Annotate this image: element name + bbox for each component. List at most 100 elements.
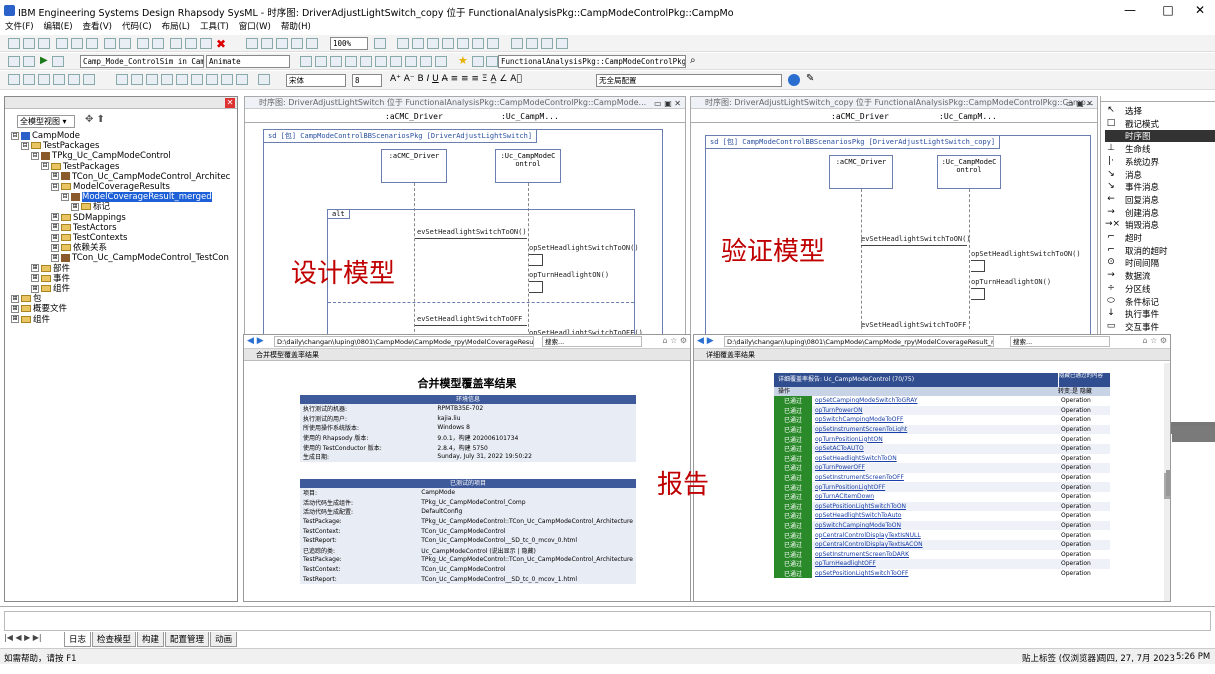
tree-item[interactable]: ⊞ 部件: [11, 264, 230, 274]
tree-expander-icon[interactable]: ⊞: [51, 213, 59, 222]
pan-icon[interactable]: [291, 38, 303, 49]
zoom-in-icon[interactable]: [246, 38, 258, 49]
tree-item[interactable]: ⊟ TPkg_Uc_CampModeControl: [11, 151, 230, 161]
same-size-icon[interactable]: [236, 74, 248, 85]
layout-2-icon[interactable]: [315, 56, 327, 67]
design-msg-2[interactable]: opSetHeadlightSwitchToON(): [529, 244, 639, 252]
verify-msg-3[interactable]: opTurnHeadlightON(): [971, 278, 1051, 286]
left-browser-icons[interactable]: ⌂ ☆ ⚙: [662, 336, 687, 345]
menu-tools[interactable]: 工具(T): [195, 22, 234, 33]
operation-link[interactable]: opTurnPowerOFF: [812, 463, 1058, 473]
operation-link[interactable]: opCentralControlDisplayTextIsACON: [812, 540, 1058, 550]
design-msg-3[interactable]: opTurnHeadlightON(): [529, 271, 609, 279]
operation-link[interactable]: opSetPositionLightSwitchToOFF: [812, 569, 1058, 579]
diagram-tool-5-icon[interactable]: [457, 38, 469, 49]
right-address-field[interactable]: D:\daily\changan\luping\0801\CampMode\Ca…: [724, 336, 994, 347]
zoom-out-icon[interactable]: [261, 38, 273, 49]
output-tab[interactable]: 配置管理: [165, 632, 210, 647]
tree-item[interactable]: ⊞ TestActors: [11, 223, 230, 233]
diagram-tool-10-icon[interactable]: [541, 38, 553, 49]
design-msg-4[interactable]: evSetHeadlightSwitchToOFF: [417, 315, 522, 323]
output-tab[interactable]: 动画: [210, 632, 238, 647]
zoom-combo[interactable]: 100%: [330, 37, 368, 50]
diagram-tool-11-icon[interactable]: [556, 38, 568, 49]
toolbox-tool-icon[interactable]: ⊥: [1105, 143, 1117, 153]
tree-expander-icon[interactable]: ⊟: [61, 192, 69, 201]
diagram-tool-9-icon[interactable]: [526, 38, 538, 49]
back-icon[interactable]: [486, 56, 498, 67]
diagram-tool-4-icon[interactable]: [442, 38, 454, 49]
toolbox-item[interactable]: 执行事件: [1125, 308, 1159, 320]
open-icon[interactable]: [23, 38, 35, 49]
tree-item[interactable]: ⊞ 标记: [11, 202, 230, 212]
right-report-tab[interactable]: 详细覆盖率结果: [694, 349, 1170, 361]
left-back-icon[interactable]: ◀ ▶: [247, 336, 264, 346]
generate-icon[interactable]: [52, 56, 64, 67]
tree-item[interactable]: ⊞ 包: [11, 294, 230, 304]
toolbox-tool-icon[interactable]: ▭: [1105, 321, 1117, 331]
diagram-tool-8-icon[interactable]: [511, 38, 523, 49]
align-left-icon[interactable]: [116, 74, 128, 85]
right-back-icon[interactable]: ◀ ▶: [697, 336, 714, 346]
stamp-icon[interactable]: [53, 74, 65, 85]
color-icon[interactable]: [83, 74, 95, 85]
toolbox-item[interactable]: 销毁消息: [1125, 219, 1159, 231]
verify-msg-4[interactable]: evSetHeadlightSwitchToOFF: [861, 321, 966, 329]
hide-passed-toggle[interactable]: 隐藏已通过的内容: [1058, 373, 1110, 387]
font-format-buttons[interactable]: A⁺ A⁻ B I U A̶ ≡ ≡ ≡ Ξ A̲ ∠ A⃞: [390, 74, 522, 84]
layout-3-icon[interactable]: [330, 56, 342, 67]
binoculars-icon[interactable]: ⌕: [690, 55, 696, 66]
toolbox-tool-icon[interactable]: ⌐: [1105, 245, 1117, 255]
sim-settings-icon[interactable]: [8, 56, 20, 67]
operation-link[interactable]: opSwitchCampingModeToON: [812, 521, 1058, 531]
space-icon[interactable]: [258, 74, 270, 85]
tree-item[interactable]: ⊟ TestPackages: [11, 162, 230, 172]
menu-layout[interactable]: 布局(L): [157, 22, 195, 33]
package-path-combo[interactable]: FunctionalAnalysisPkg::CampModeControlPk…: [498, 55, 686, 68]
toolbox-item[interactable]: 时序图: [1105, 130, 1215, 143]
operation-link[interactable]: opTurnPositionLightOFF: [812, 482, 1058, 492]
nav-arrows[interactable]: ✥ ⬆: [85, 114, 105, 125]
align-bottom-icon[interactable]: [191, 74, 203, 85]
layout-10-icon[interactable]: [435, 56, 447, 67]
diagram-tool-6-icon[interactable]: [472, 38, 484, 49]
menu-help[interactable]: 帮助(H): [276, 22, 316, 33]
layout-4-icon[interactable]: [345, 56, 357, 67]
design-window-controls[interactable]: ▭ ▣ ✕: [654, 98, 681, 108]
save-icon[interactable]: [38, 38, 50, 49]
toolbox-tool-icon[interactable]: ÷: [1105, 283, 1117, 293]
toolbox-tool-icon[interactable]: ↓: [1105, 308, 1117, 318]
layout-9-icon[interactable]: [420, 56, 432, 67]
same-width-icon[interactable]: [206, 74, 218, 85]
layout-8-icon[interactable]: [405, 56, 417, 67]
tree-expander-icon[interactable]: ⊟: [31, 151, 39, 160]
zoom-area-icon[interactable]: [276, 38, 288, 49]
tree-expander-icon[interactable]: ⊞: [51, 253, 59, 262]
toolbox-item[interactable]: 分区线: [1125, 283, 1151, 295]
verify-msg-2[interactable]: opSetHeadlightSwitchToON(): [971, 250, 1081, 258]
operation-link[interactable]: opSetInstrumentScreenToOFF: [812, 473, 1058, 483]
web-icon[interactable]: [788, 74, 800, 86]
operation-link[interactable]: opTurnPositionLightON: [812, 434, 1058, 444]
toolbox-tool-icon[interactable]: →×: [1105, 219, 1120, 229]
tree-item[interactable]: ⊟ ModelCoverageResult_merged: [11, 192, 230, 203]
new-icon[interactable]: [8, 38, 20, 49]
tree-expander-icon[interactable]: ⊟: [11, 131, 19, 140]
operation-link[interactable]: opSetPositionLightSwitchToON: [812, 502, 1058, 512]
toolbox-item[interactable]: 消息: [1125, 169, 1142, 181]
same-height-icon[interactable]: [221, 74, 233, 85]
grid-icon[interactable]: [8, 74, 20, 85]
delete-icon[interactable]: ✖: [216, 37, 226, 51]
left-search-field[interactable]: 搜索...: [542, 336, 642, 347]
tree-item[interactable]: ⊞ 组件: [11, 284, 230, 294]
toolbox-tool-icon[interactable]: ↖: [1105, 105, 1117, 115]
close-browser-button[interactable]: ✕: [225, 98, 235, 108]
toolbox-tool-icon[interactable]: ←: [1105, 194, 1117, 204]
operation-link[interactable]: opSwitchCampingModeToOFF: [812, 415, 1058, 425]
maximize-button[interactable]: □: [1158, 3, 1178, 17]
font-combo[interactable]: 宋体: [286, 74, 346, 87]
toolbox-item[interactable]: 戳记模式: [1125, 118, 1159, 130]
align-right-icon[interactable]: [146, 74, 158, 85]
layout-1-icon[interactable]: [300, 56, 312, 67]
diagram-tool-3-icon[interactable]: [427, 38, 439, 49]
